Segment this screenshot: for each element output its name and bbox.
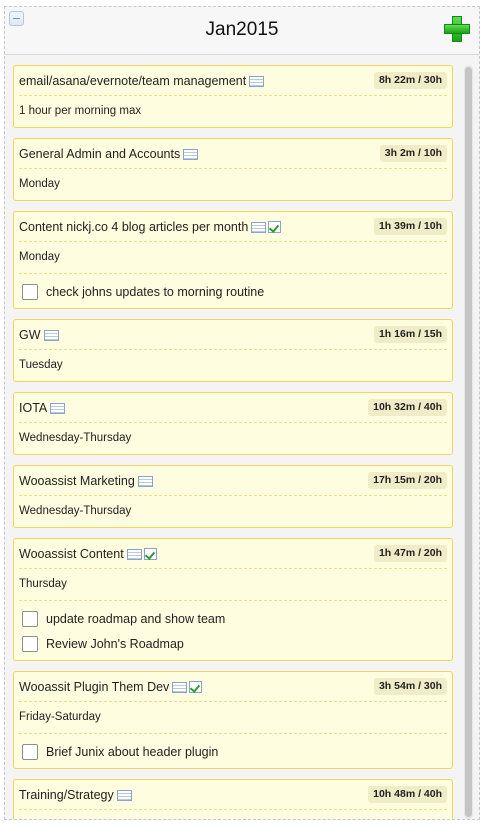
note-icon[interactable] (251, 222, 267, 233)
goal-title[interactable]: Content nickj.co 4 blog articles per mon… (19, 220, 282, 236)
goal-title[interactable]: Wooassist Content (19, 547, 157, 563)
goal-description: Friday-Saturday (19, 810, 447, 819)
note-icon[interactable] (137, 476, 153, 487)
time-tracked-badge[interactable]: 10h 48m / 40h (368, 786, 447, 803)
checklist-icon[interactable] (268, 221, 282, 233)
note-icon[interactable] (183, 149, 199, 160)
panel-header: Jan2015 (5, 7, 479, 55)
task-checklist: Brief Junix about header plugin (19, 733, 447, 768)
goal-card[interactable]: GW 1h 16m / 15h Tuesday (13, 319, 453, 382)
time-tracked-badge[interactable]: 8h 22m / 30h (373, 72, 447, 89)
goal-icons (172, 681, 203, 696)
task-checklist: check johns updates to morning routine (19, 273, 447, 308)
task-checkbox[interactable] (22, 610, 38, 627)
goal-card-header: Content nickj.co 4 blog articles per mon… (19, 212, 447, 242)
task-checkbox[interactable] (22, 743, 38, 760)
goal-title[interactable]: email/asana/evernote/team management (19, 74, 266, 90)
panel-title: Jan2015 (205, 19, 279, 40)
task-checkbox[interactable] (22, 635, 38, 652)
note-icon[interactable] (116, 790, 132, 801)
note-icon[interactable] (126, 549, 142, 560)
task-item: Review John's Roadmap (19, 631, 447, 656)
note-icon[interactable] (43, 330, 59, 341)
goal-title[interactable]: GW (19, 328, 61, 344)
goal-icons (116, 790, 134, 804)
goal-icons (183, 149, 200, 163)
goal-card[interactable]: Wooassist Content 1h 47m / 20h Thursday upd… (13, 538, 453, 661)
goal-description: Monday (19, 178, 60, 190)
goal-title-text: Content nickj.co 4 blog articles per mon… (19, 220, 249, 234)
time-tracked-badge[interactable]: 10h 32m / 40h (368, 399, 447, 416)
goal-icons (251, 221, 282, 236)
goal-card-header: Training/Strategy 10h 48m / 40h (19, 780, 447, 810)
goal-list: email/asana/evernote/team management 8h 2… (13, 65, 453, 819)
task-label: Review John's Roadmap (46, 636, 184, 651)
goal-icons (50, 403, 67, 417)
goal-description: Friday-Saturday (19, 711, 101, 723)
task-label: check johns updates to morning routine (46, 284, 265, 299)
time-tracked-badge[interactable]: 3h 54m / 30h (373, 678, 447, 695)
goal-title-text: Training/Strategy (19, 788, 114, 802)
task-checkbox[interactable] (22, 283, 38, 300)
goal-card-header: General Admin and Accounts 3h 2m / 10h (19, 139, 447, 169)
goal-card-header: IOTA 10h 32m / 40h (19, 393, 447, 423)
goal-description: 1 hour per morning max (19, 105, 142, 117)
goal-title[interactable]: Wooassit Plugin Them Dev (19, 680, 203, 696)
goal-description: Wednesday-Thursday (19, 432, 132, 444)
goal-title-text: Wooassist Content (19, 547, 124, 561)
vertical-scrollbar[interactable] (464, 65, 473, 819)
time-tracked-badge[interactable]: 1h 47m / 20h (373, 545, 447, 562)
task-label: Brief Junix about header plugin (46, 744, 219, 759)
goal-card-header: GW 1h 16m / 15h (19, 320, 447, 350)
goals-panel: Jan2015 email/asana/evernote/team manage… (4, 6, 480, 820)
goal-card[interactable]: Wooassist Marketing 17h 15m / 20h Wednesda… (13, 465, 453, 528)
goal-card-header: Wooassist Content 1h 47m / 20h (19, 539, 447, 569)
goal-title[interactable]: Wooassist Marketing (19, 474, 155, 490)
goal-card-header: Wooassist Marketing 17h 15m / 20h (19, 466, 447, 496)
note-icon[interactable] (249, 76, 265, 87)
goal-card[interactable]: IOTA 10h 32m / 40h Wednesday-Thursday (13, 392, 453, 455)
goal-card[interactable]: General Admin and Accounts 3h 2m / 10h Mon… (13, 138, 453, 201)
scrollbar-thumb[interactable] (465, 67, 472, 817)
goal-description: Thursday (19, 578, 67, 590)
task-label: update roadmap and show team (46, 611, 226, 626)
time-tracked-badge[interactable]: 1h 16m / 15h (373, 326, 447, 343)
task-item: Brief Junix about header plugin (19, 739, 447, 764)
task-item: check johns updates to morning routine (19, 279, 447, 304)
checklist-icon[interactable] (143, 548, 157, 560)
goal-icons (249, 76, 266, 90)
goal-title-text: Wooassit Plugin Them Dev (19, 680, 170, 694)
goal-card[interactable]: Wooassit Plugin Them Dev 3h 54m / 30h Frid… (13, 671, 453, 769)
goal-card[interactable]: Training/Strategy 10h 48m / 40h Friday-Sat… (13, 779, 453, 819)
checklist-icon[interactable] (189, 681, 203, 693)
goal-title[interactable]: General Admin and Accounts (19, 147, 200, 163)
goal-title-text: IOTA (19, 401, 48, 415)
goal-description: Monday (19, 251, 60, 263)
goal-title-text: email/asana/evernote/team management (19, 74, 247, 88)
goal-title-text: General Admin and Accounts (19, 147, 181, 161)
goal-title-text: Wooassist Marketing (19, 474, 135, 488)
goal-description: Wednesday-Thursday (19, 505, 132, 517)
goal-title[interactable]: Training/Strategy (19, 788, 134, 804)
add-plus-icon[interactable] (444, 16, 470, 42)
task-checklist: update roadmap and show team Review John'… (19, 600, 447, 660)
note-icon[interactable] (172, 682, 188, 693)
task-item: update roadmap and show team (19, 606, 447, 631)
goal-icons (43, 330, 61, 344)
goal-icons (126, 548, 157, 563)
goal-card-header: Wooassit Plugin Them Dev 3h 54m / 30h (19, 672, 447, 702)
goal-title-text: GW (19, 328, 41, 342)
time-tracked-badge[interactable]: 3h 2m / 10h (379, 145, 447, 162)
goal-card[interactable]: Content nickj.co 4 blog articles per mon… (13, 211, 453, 309)
goal-description: Tuesday (19, 359, 63, 371)
note-icon[interactable] (50, 403, 66, 414)
goal-icons (137, 476, 155, 490)
time-tracked-badge[interactable]: 17h 15m / 20h (368, 472, 447, 489)
goal-title[interactable]: IOTA (19, 401, 67, 417)
time-tracked-badge[interactable]: 1h 39m / 10h (373, 218, 447, 235)
goal-card[interactable]: email/asana/evernote/team management 8h 2… (13, 65, 453, 128)
goal-card-header: email/asana/evernote/team management 8h 2… (19, 66, 447, 96)
